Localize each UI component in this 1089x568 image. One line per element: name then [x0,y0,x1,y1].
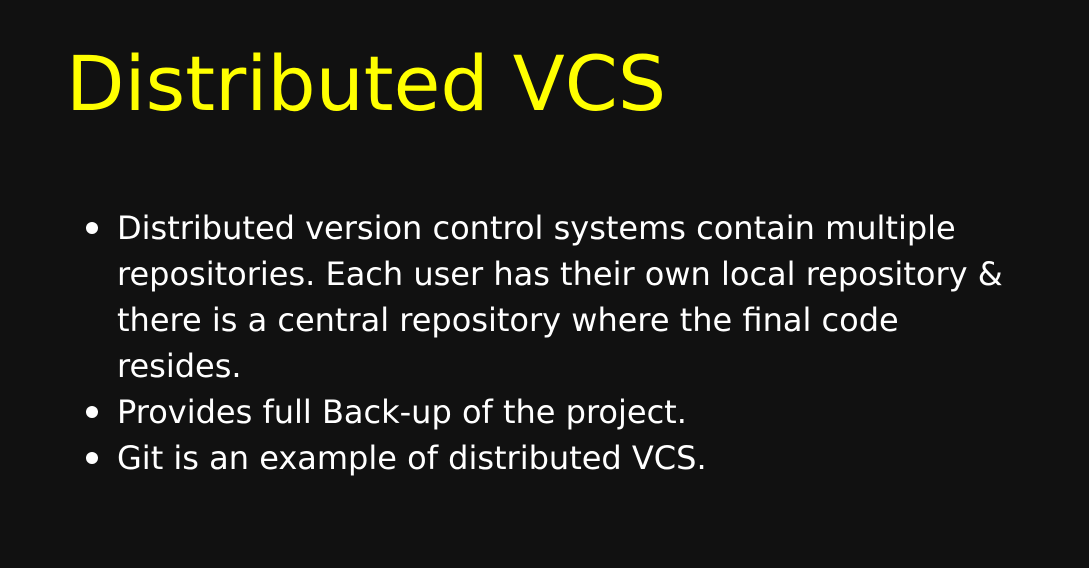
bullet-item: Distributed version control systems cont… [80,205,1030,389]
bullet-dot-icon [86,452,98,464]
bullet-text: Git is an example of distributed VCS. [117,439,707,477]
bullet-dot-icon [86,406,98,418]
slide-title: Distributed VCS [66,39,667,128]
bullet-list: Distributed version control systems cont… [80,205,1030,481]
bullet-item: Git is an example of distributed VCS. [80,435,1030,481]
bullet-text: Provides full Back-up of the project. [117,393,687,431]
slide: Distributed VCS Distributed version cont… [0,0,1089,568]
bullet-text: Distributed version control systems cont… [117,209,1003,385]
bullet-item: Provides full Back-up of the project. [80,389,1030,435]
bullet-dot-icon [86,222,98,234]
